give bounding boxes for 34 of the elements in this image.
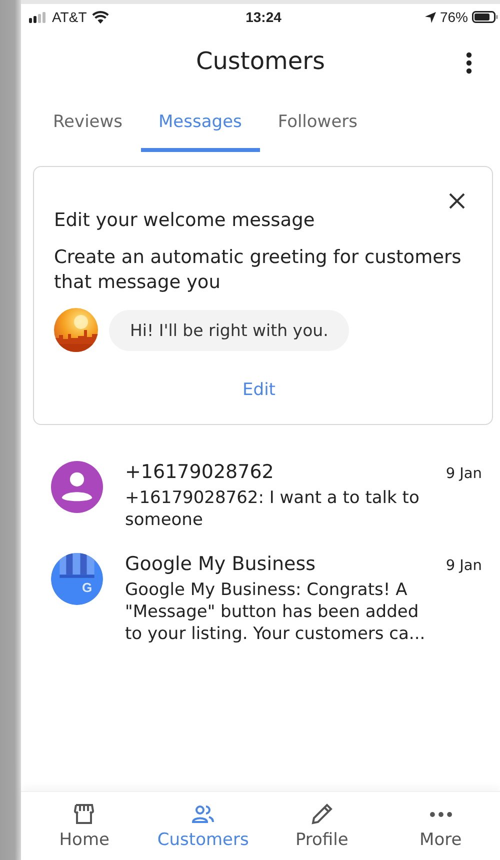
- card-description: Create an automatic greeting for customers that message you: [54, 246, 462, 295]
- more-options-icon[interactable]: [466, 52, 472, 74]
- tab[interactable]: Messages: [140, 92, 260, 152]
- close-icon[interactable]: [449, 193, 465, 209]
- message-date: 9 Jan: [446, 558, 482, 574]
- status-time: 13:24: [246, 9, 282, 25]
- greeting-bubble: Hi! I'll be right with you.: [109, 310, 350, 350]
- message-row[interactable]: +16179028762 9 Jan +16179028762: I want a to talk to someone: [51, 461, 482, 531]
- battery-percent: 76%: [440, 9, 468, 25]
- nav-item[interactable]: Profile: [262, 792, 382, 860]
- tab[interactable]: Reviews: [35, 92, 141, 152]
- location-arrow-icon: [424, 12, 436, 22]
- more-icon: [430, 812, 452, 817]
- carrier-name: AT&T: [52, 9, 87, 25]
- page-title: Customers: [196, 47, 326, 75]
- message-preview: +16179028762: I want a to talk to someone: [125, 487, 420, 531]
- sender-name: +16179028762: [125, 461, 274, 483]
- wifi-icon: [92, 10, 109, 24]
- tab[interactable]: Followers: [260, 92, 376, 152]
- edit-button[interactable]: Edit: [236, 378, 282, 402]
- message-row[interactable]: G Google My Business 9 Jan Google My Business: Congrats! A "Message" button has been added to your listing. Your customers ca...: [51, 553, 482, 645]
- person-avatar-icon: [51, 461, 103, 513]
- nav-item[interactable]: Customers: [144, 792, 262, 860]
- storefront-icon: [72, 802, 96, 826]
- pencil-icon: [310, 802, 334, 826]
- nav-item[interactable]: More: [381, 792, 500, 860]
- storefront-avatar-icon: G: [51, 553, 103, 605]
- message-date: 9 Jan: [446, 466, 482, 482]
- message-preview: Google My Business: Congrats! A "Message" button has been added to your listing. Your customers ca...: [125, 579, 426, 645]
- sender-name: Google My Business: [125, 553, 316, 575]
- nav-item[interactable]: Home: [25, 792, 144, 860]
- signal-icon: [29, 12, 47, 22]
- battery-icon: [472, 11, 498, 23]
- card-title: Edit your welcome message: [54, 210, 316, 231]
